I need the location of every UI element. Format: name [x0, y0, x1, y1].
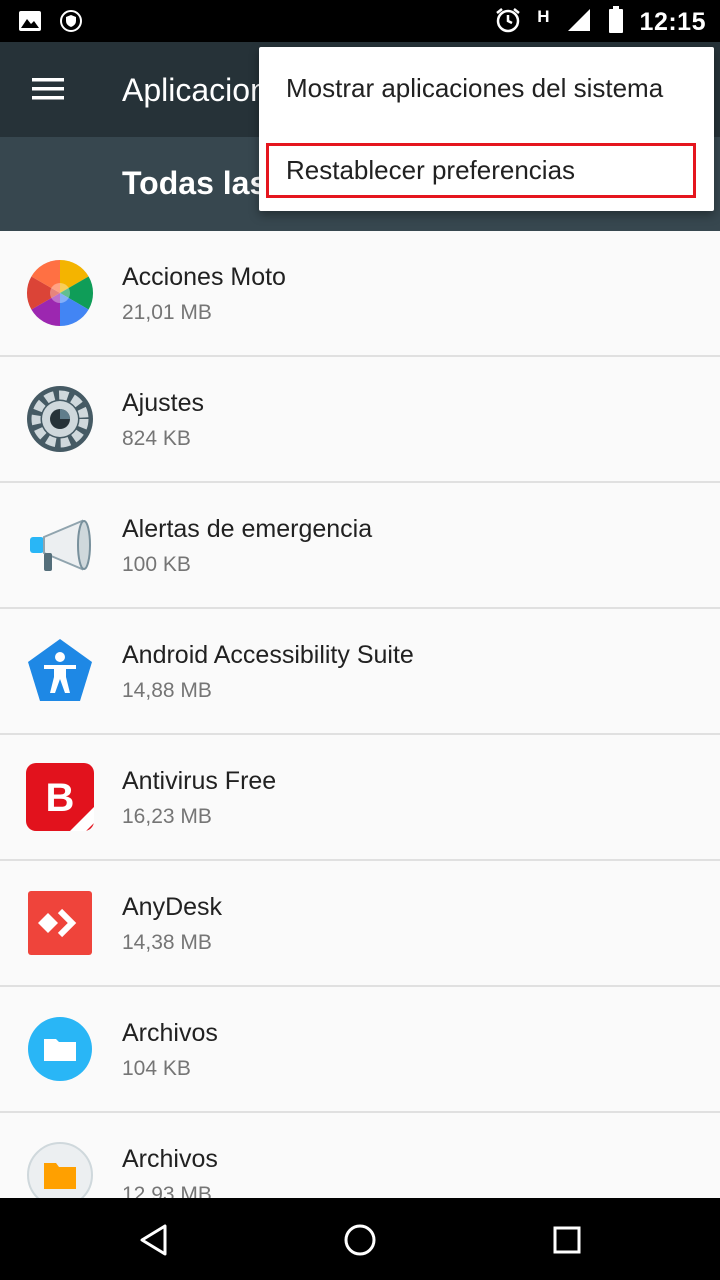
alarm-icon: [495, 7, 521, 38]
menu-item-show-system-apps[interactable]: Mostrar aplicaciones del sistema: [259, 55, 714, 125]
svg-text:B: B: [46, 776, 75, 820]
app-size: 16,23 MB: [122, 805, 212, 828]
app-size: 104 KB: [122, 1057, 191, 1080]
recents-icon[interactable]: [543, 1216, 591, 1264]
files-icon: [26, 1015, 94, 1083]
home-icon[interactable]: [336, 1216, 384, 1264]
app-name: Archivos: [122, 1145, 218, 1173]
list-item[interactable]: Android Accessibility Suite 14,88 MB: [0, 609, 720, 735]
network-type: H: [537, 6, 550, 26]
app-name: Android Accessibility Suite: [122, 641, 414, 669]
status-time: 12:15: [639, 8, 706, 36]
megaphone-icon: [26, 511, 94, 579]
app-name: Ajustes: [122, 389, 204, 417]
list-item[interactable]: Archivos 12,93 MB: [0, 1113, 720, 1198]
app-name: Alertas de emergencia: [122, 515, 373, 543]
list-item[interactable]: Alertas de emergencia 100 KB: [0, 483, 720, 609]
app-size: 824 KB: [122, 427, 191, 450]
highlight-box: [266, 143, 696, 198]
anydesk-icon: [26, 889, 94, 957]
image-icon: [18, 10, 42, 37]
list-item[interactable]: Archivos 104 KB: [0, 987, 720, 1113]
bitdefender-icon: B: [26, 763, 94, 831]
status-bar: H 12:15: [0, 0, 720, 42]
app-name: Antivirus Free: [122, 767, 277, 795]
navigation-bar: [0, 1198, 720, 1280]
list-item[interactable]: Ajustes 824 KB: [0, 357, 720, 483]
back-icon[interactable]: [130, 1216, 178, 1264]
list-item[interactable]: Acciones Moto 21,01 MB: [0, 231, 720, 357]
battery-icon: [608, 6, 624, 39]
settings-gear-icon: [26, 385, 94, 453]
overflow-menu: Mostrar aplicaciones del sistema Restabl…: [259, 47, 714, 211]
shield-icon: [60, 9, 82, 38]
files-folder-icon: [26, 1141, 94, 1198]
app-size: 12,93 MB: [122, 1183, 212, 1198]
list-item[interactable]: B Antivirus Free 16,23 MB: [0, 735, 720, 861]
app-list: Acciones Moto 21,01 MB Ajustes 824 KB Al…: [0, 231, 720, 1198]
app-size: 14,88 MB: [122, 679, 212, 702]
list-item[interactable]: AnyDesk 14,38 MB: [0, 861, 720, 987]
menu-item-label: Mostrar aplicaciones del sistema: [286, 73, 664, 103]
app-name: Archivos: [122, 1019, 218, 1047]
moto-actions-icon: [26, 259, 94, 327]
hamburger-menu-icon[interactable]: [20, 64, 76, 114]
signal-icon: [566, 7, 592, 38]
app-size: 100 KB: [122, 553, 191, 576]
app-size: 21,01 MB: [122, 301, 212, 324]
app-size: 14,38 MB: [122, 931, 212, 954]
app-name: Acciones Moto: [122, 263, 286, 291]
accessibility-icon: [26, 637, 94, 705]
app-name: AnyDesk: [122, 893, 223, 921]
